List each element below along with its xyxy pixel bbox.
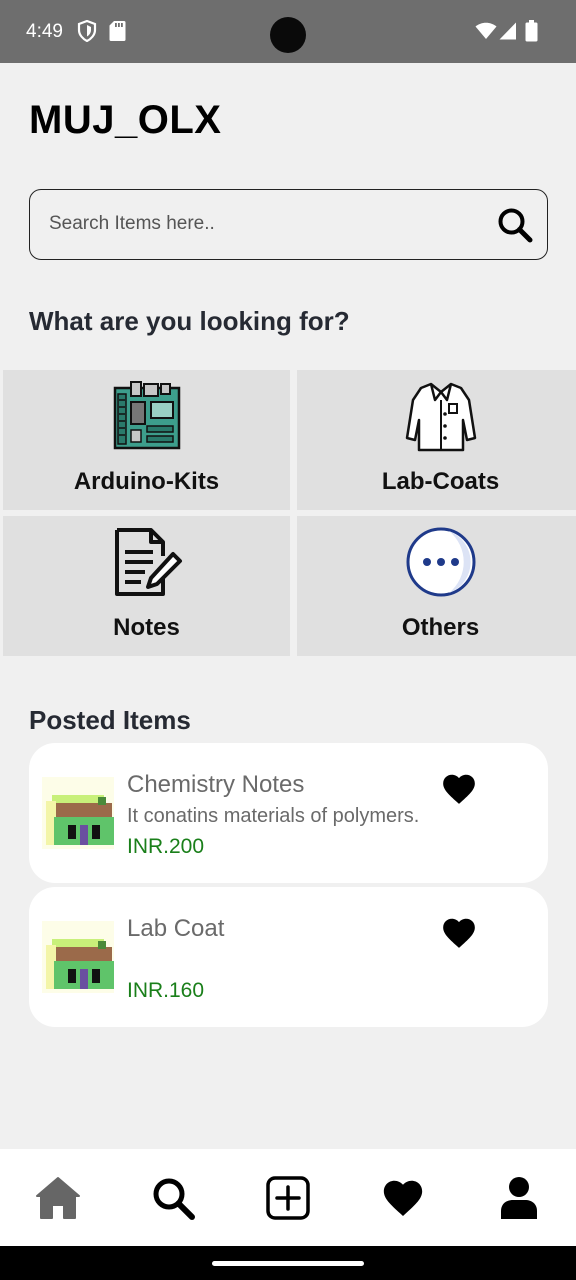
category-arduino-kits[interactable]: Arduino-Kits (3, 370, 290, 510)
bottom-navigation (0, 1149, 576, 1246)
posted-items-heading: Posted Items (29, 705, 191, 735)
item-price: INR.200 (127, 835, 205, 858)
item-description: It conatins materials of polymers. (127, 805, 420, 827)
category-label: Notes (113, 614, 180, 641)
home-icon[interactable] (35, 1175, 81, 1221)
search-bar[interactable] (29, 189, 548, 260)
front-camera (270, 17, 306, 53)
posted-item-card[interactable]: Chemistry Notes It conatins materials of… (29, 743, 548, 883)
app-title: MUJ_OLX (29, 98, 222, 142)
battery-icon (525, 20, 538, 42)
item-thumbnail (42, 921, 114, 993)
notes-icon (115, 528, 182, 596)
item-price: INR.160 (127, 979, 205, 1002)
status-time: 4:49 (26, 21, 63, 42)
add-post-icon[interactable] (265, 1175, 311, 1221)
category-label: Others (401, 614, 480, 641)
heart-icon[interactable] (440, 914, 478, 952)
profile-icon[interactable] (496, 1175, 542, 1221)
shield-icon (77, 20, 97, 42)
circuit-board-icon (113, 381, 181, 450)
sd-card-icon (109, 21, 126, 41)
category-notes[interactable]: Notes (3, 516, 290, 656)
category-label: Arduino-Kits (73, 468, 220, 495)
categories-heading: What are you looking for? (29, 306, 350, 336)
more-dots-icon (406, 527, 476, 597)
category-label: Lab-Coats (381, 468, 500, 495)
heart-icon[interactable] (440, 770, 478, 808)
status-bar: 4:49 (0, 0, 576, 63)
posted-item-card[interactable]: Lab Coat INR.160 (29, 887, 548, 1027)
gesture-bar (0, 1246, 576, 1280)
wifi-icon (475, 22, 497, 39)
item-thumbnail (42, 777, 114, 849)
search-icon[interactable] (150, 1175, 196, 1221)
home-gesture-handle[interactable] (212, 1261, 364, 1266)
item-title: Chemistry Notes (127, 771, 305, 798)
search-icon[interactable] (496, 206, 534, 244)
item-title: Lab Coat (127, 915, 225, 942)
category-others[interactable]: Others (297, 516, 576, 656)
signal-icon (499, 22, 516, 40)
heart-icon[interactable] (380, 1175, 426, 1221)
lab-coat-icon (405, 382, 477, 452)
search-input[interactable] (49, 204, 479, 244)
category-lab-coats[interactable]: Lab-Coats (297, 370, 576, 510)
